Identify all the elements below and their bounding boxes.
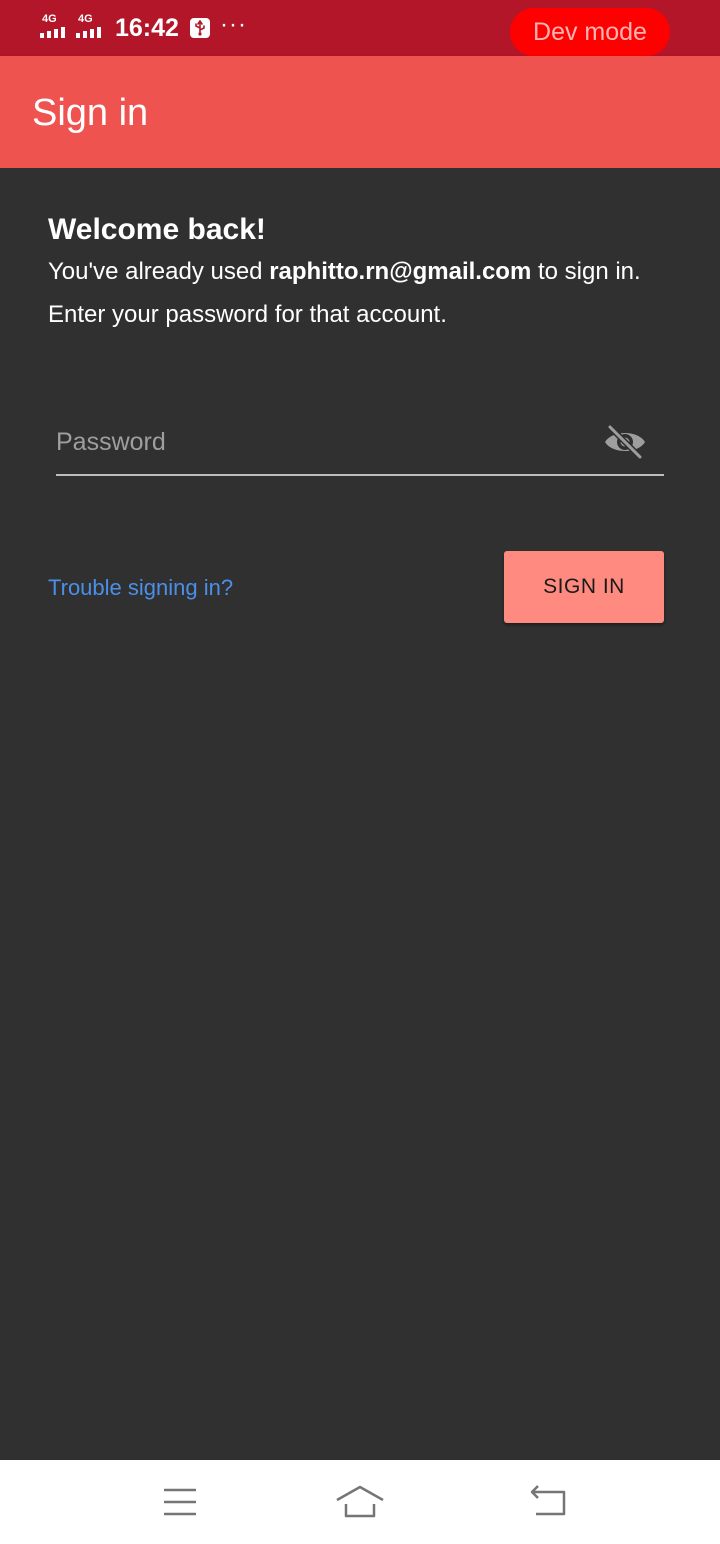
trouble-signing-in-link[interactable]: Trouble signing in?: [48, 574, 233, 602]
welcome-message-prefix: You've already used: [48, 258, 270, 285]
status-time: 16:42: [115, 14, 179, 42]
usb-debugging-icon: [190, 18, 210, 38]
eye-off-icon[interactable]: [602, 422, 648, 462]
cellular-signal-icon-2: 4G: [76, 14, 108, 40]
welcome-message: You've already used raphitto.rn@gmail.co…: [48, 250, 668, 336]
welcome-heading: Welcome back!: [48, 213, 266, 246]
password-field[interactable]: [56, 416, 664, 476]
network-type-label-2: 4G: [78, 13, 93, 25]
navigation-bar: [0, 1460, 720, 1544]
cellular-signal-icon: 4G: [40, 14, 72, 40]
page-title: Sign in: [32, 92, 149, 134]
sign-in-button[interactable]: SIGN IN: [504, 551, 664, 623]
account-email: raphitto.rn@gmail.com: [269, 258, 532, 285]
app-bar: Sign in: [0, 56, 720, 168]
password-input[interactable]: [56, 416, 576, 468]
dev-mode-badge: Dev mode: [510, 8, 670, 56]
home-icon[interactable]: [330, 1480, 390, 1524]
status-bar: 4G 4G 16:42 ··· Dev mode: [0, 0, 720, 56]
menu-icon[interactable]: [150, 1480, 210, 1524]
sign-in-form: Welcome back! You've already used raphit…: [0, 168, 720, 1460]
more-notifications-icon: ···: [220, 11, 247, 38]
network-type-label: 4G: [42, 13, 57, 25]
back-icon[interactable]: [520, 1480, 580, 1524]
